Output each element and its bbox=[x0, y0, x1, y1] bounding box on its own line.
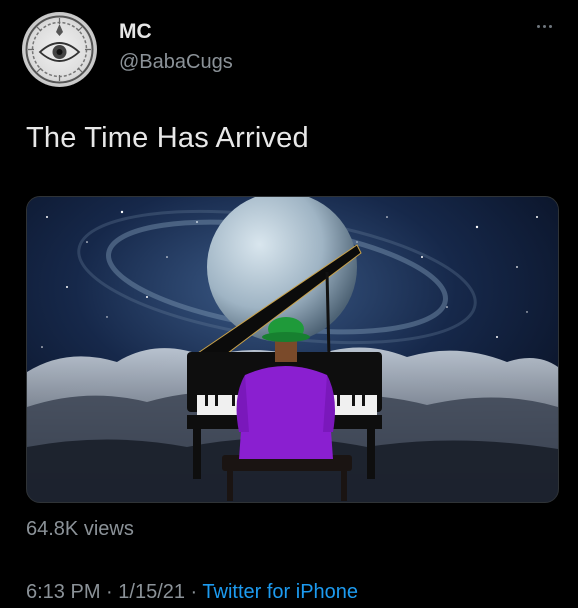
dot bbox=[536, 24, 540, 28]
piano-in-space-image bbox=[27, 197, 558, 502]
avatar[interactable] bbox=[22, 12, 97, 87]
tweet-header: MC @BabaCugs bbox=[22, 12, 556, 87]
tweet-source-link[interactable]: Twitter for iPhone bbox=[202, 581, 358, 603]
eye-emblem-icon bbox=[25, 15, 94, 84]
more-dots-icon[interactable] bbox=[532, 20, 556, 32]
tweet-text: The Time Has Arrived bbox=[26, 122, 309, 154]
author-handle[interactable]: @BabaCugs bbox=[119, 51, 233, 74]
tweet-time[interactable]: 6:13 PM bbox=[26, 581, 100, 603]
tweet-date[interactable]: 1/15/21 bbox=[118, 581, 185, 603]
tweet-meta: 6:13 PM · 1/15/21 · Twitter for iPhone bbox=[26, 581, 358, 604]
view-count: 64.8K views bbox=[26, 518, 134, 540]
meta-separator: · bbox=[100, 581, 119, 603]
tweet: MC @BabaCugs The Time Has Arrived 64.8K … bbox=[0, 0, 578, 608]
tweet-image[interactable] bbox=[26, 196, 559, 503]
dot bbox=[548, 24, 552, 28]
dot bbox=[542, 24, 546, 28]
author-name[interactable]: MC bbox=[119, 20, 152, 44]
meta-separator: · bbox=[185, 581, 203, 603]
